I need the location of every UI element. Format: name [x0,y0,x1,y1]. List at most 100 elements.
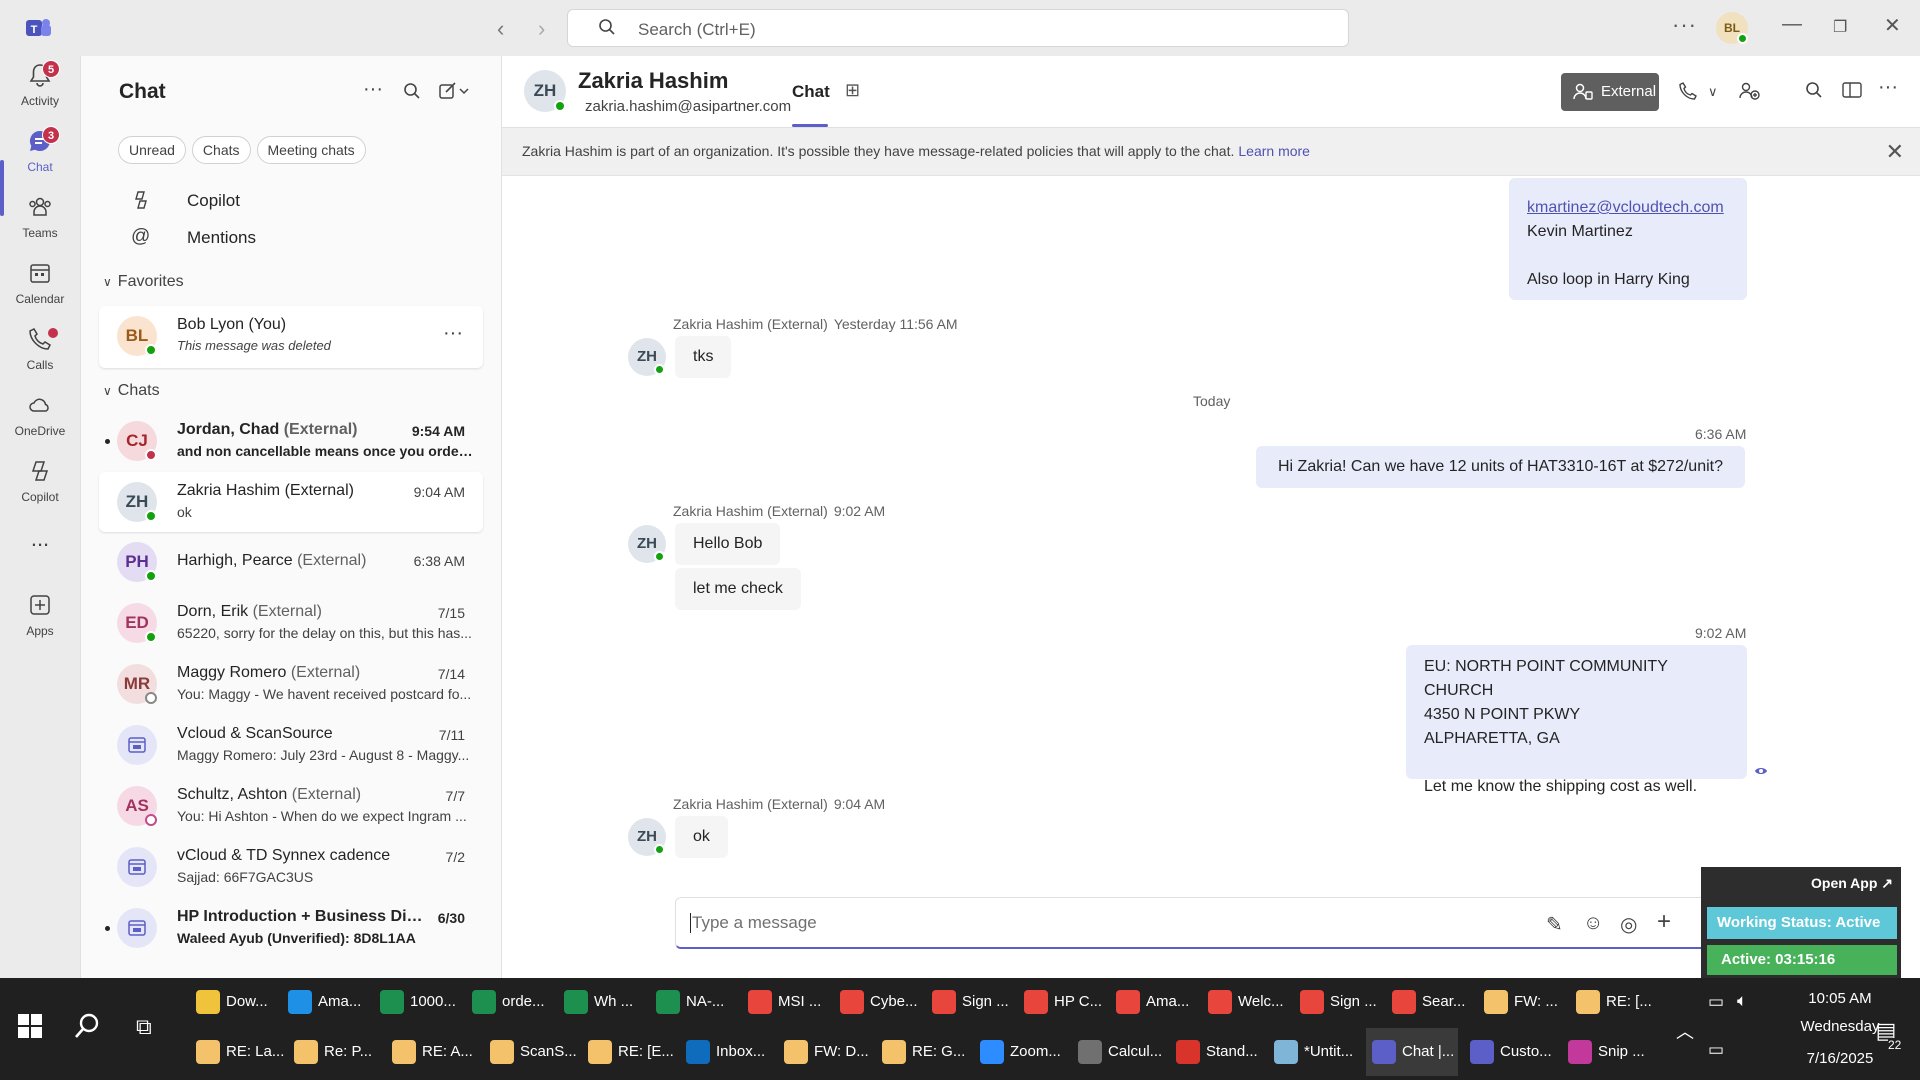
taskbar-app-button[interactable]: Inbox... [680,1028,772,1076]
taskbar-app-button[interactable]: FW: D... [778,1028,870,1076]
chat-item-jordan-chad[interactable]: CJ Jordan, Chad (External) and non cance… [99,411,483,471]
tray-network-icon[interactable]: ▭ [1708,1040,1724,1060]
chat-item-dorn-erik[interactable]: ED Dorn, Erik (External) 65220, sorry fo… [99,593,483,653]
sender-avatar[interactable]: ZH [628,338,666,376]
taskbar-app-button[interactable]: Custo... [1464,1028,1556,1076]
sender-avatar[interactable]: ZH [628,525,666,563]
email-link[interactable]: kmartinez@vcloudtech.com [1527,196,1729,220]
filter-meeting-chats[interactable]: Meeting chats [256,136,366,164]
rail-teams[interactable]: Teams [0,188,80,254]
restore-icon[interactable]: ❐ [1833,17,1847,37]
taskbar-app-button[interactable]: Wh ... [558,978,650,1026]
taskbar-app-button[interactable]: Sign ... [1294,978,1386,1026]
tab-chat[interactable]: Chat [792,82,830,102]
taskbar-app-button[interactable]: Snip ... [1562,1028,1654,1076]
rail-apps[interactable]: Apps [0,586,80,652]
user-avatar[interactable]: BL [1716,12,1748,44]
chat-item-harhigh-pearce[interactable]: PH Harhigh, Pearce (External) 6:38 AM [99,532,483,592]
rail-onedrive[interactable]: OneDrive [0,386,80,452]
taskbar-app-button[interactable]: RE: [E... [582,1028,674,1076]
notification-center[interactable]: ▤ 22 [1866,1018,1906,1052]
taskbar-app-button[interactable]: Sear... [1386,978,1478,1026]
chat-item-maggy-romero[interactable]: MR Maggy Romero (External) You: Maggy - … [99,654,483,714]
taskbar-app-button[interactable]: Re: P... [288,1028,380,1076]
taskbar-app-button[interactable]: FW: ... [1478,978,1570,1026]
tray-battery-icon[interactable]: ▭ [1708,992,1724,1012]
attach-plus-icon[interactable]: + [1657,908,1671,936]
taskbar-app-button[interactable]: RE: [... [1570,978,1662,1026]
tray-volume-icon[interactable]: 🔈︎ [1737,991,1747,1011]
taskbar-app-button[interactable]: Calcul... [1072,1028,1164,1076]
taskbar-app-button[interactable]: Sign ... [926,978,1018,1026]
rail-copilot[interactable]: Copilot [0,452,80,518]
task-view-icon[interactable]: ⧉ [136,1014,152,1040]
search-input[interactable]: Search (Ctrl+E) [567,9,1349,47]
item-more-icon[interactable]: ··· [443,322,463,345]
filter-chats[interactable]: Chats [191,136,251,164]
chat-item-vcloud-td-synnex[interactable]: vCloud & TD Synnex cadence Sajjad: 66F7G… [99,837,483,897]
tray-chevron-icon[interactable]: ︿ [1676,1018,1694,1044]
rail-calendar[interactable]: Calendar [0,254,80,320]
loop-icon[interactable]: ◎ [1620,912,1637,937]
taskbar-app-button[interactable]: RE: G... [876,1028,968,1076]
list-more-icon[interactable]: ··· [363,78,383,101]
clock-time[interactable]: 10:05 AM [1780,990,1900,1007]
open-app-button[interactable]: Open App ↗ [1811,875,1893,892]
add-tab-icon[interactable]: ⊞ [845,80,860,101]
favorites-header[interactable]: ∨ Favorites [103,273,184,291]
chat-item-bob-lyon[interactable]: BL Bob Lyon (You) This message was delet… [99,306,483,368]
call-icon[interactable] [1678,81,1698,101]
emoji-icon[interactable]: ☺ [1583,912,1603,935]
external-button[interactable]: External [1561,73,1659,111]
chats-header[interactable]: ∨ Chats [103,382,160,400]
taskbar-app-button[interactable]: NA-... [650,978,742,1026]
taskbar-app-button[interactable]: MSI ... [742,978,834,1026]
rail-activity[interactable]: 5 Activity [0,56,80,122]
clock-date[interactable]: 7/16/2025 [1780,1050,1900,1067]
message-compose-box[interactable]: Type a message ✎ ☺ ◎ + [675,897,1747,949]
taskbar-app-button[interactable]: 1000... [374,978,466,1026]
more-options-icon[interactable]: ··· [1672,12,1697,38]
add-people-icon[interactable] [1738,81,1760,101]
search-in-chat-icon[interactable] [1805,81,1823,99]
close-banner-icon[interactable]: ✕ [1886,139,1904,165]
taskbar-app-button[interactable]: Ama... [282,978,374,1026]
chat-item-schultz-ashton[interactable]: AS Schultz, Ashton (External) You: Hi As… [99,776,483,836]
forward-arrow-icon[interactable]: › [538,16,545,42]
back-arrow-icon[interactable]: ‹ [497,16,504,42]
taskbar-app-button[interactable]: HP C... [1018,978,1110,1026]
filter-search-icon[interactable] [403,82,421,100]
chat-item-vcloud-scansource[interactable]: Vcloud & ScanSource Maggy Romero: July 2… [99,715,483,775]
filter-unread[interactable]: Unread [118,136,186,164]
taskbar-app-button[interactable]: orde... [466,978,558,1026]
taskbar-app-button[interactable]: *Untit... [1268,1028,1360,1076]
rail-chat[interactable]: 3 Chat [0,122,80,188]
taskbar-app-button[interactable]: Ama... [1110,978,1202,1026]
taskbar-app-button[interactable]: RE: La... [190,1028,284,1076]
format-icon[interactable]: ✎ [1546,912,1563,937]
taskbar-app-button[interactable]: Dow... [190,978,282,1026]
rail-calls[interactable]: Calls [0,320,80,386]
popout-icon[interactable] [1842,81,1862,99]
taskbar-app-button[interactable]: Chat |... [1366,1028,1458,1076]
chat-item-hp-introduction[interactable]: HP Introduction + Business Dis... Waleed… [99,898,483,958]
taskbar-app-button[interactable]: Welc... [1202,978,1294,1026]
call-options-chevron-icon[interactable]: ∨ [1708,84,1718,100]
new-chat-icon[interactable] [439,82,469,100]
windows-start-icon[interactable] [18,1014,42,1038]
contact-avatar[interactable]: ZH [524,70,566,112]
learn-more-link[interactable]: Learn more [1238,143,1310,159]
chat-item-zakria-hashim[interactable]: ZH Zakria Hashim (External) ok 9:04 AM [99,472,483,532]
presence-icon [654,844,665,855]
taskbar-app-button[interactable]: Stand... [1170,1028,1262,1076]
rail-more[interactable]: ... [0,526,80,592]
taskbar-app-button[interactable]: RE: A... [386,1028,478,1076]
close-window-icon[interactable]: ✕ [1884,13,1901,38]
taskbar-app-button[interactable]: ScanS... [484,1028,577,1076]
taskbar-app-button[interactable]: Cybe... [834,978,926,1026]
taskbar-app-button[interactable]: Zoom... [974,1028,1066,1076]
header-more-icon[interactable]: ··· [1878,76,1898,99]
minimize-icon[interactable]: — [1782,13,1802,36]
taskbar-search-icon[interactable] [74,1012,102,1040]
sender-avatar[interactable]: ZH [628,818,666,856]
